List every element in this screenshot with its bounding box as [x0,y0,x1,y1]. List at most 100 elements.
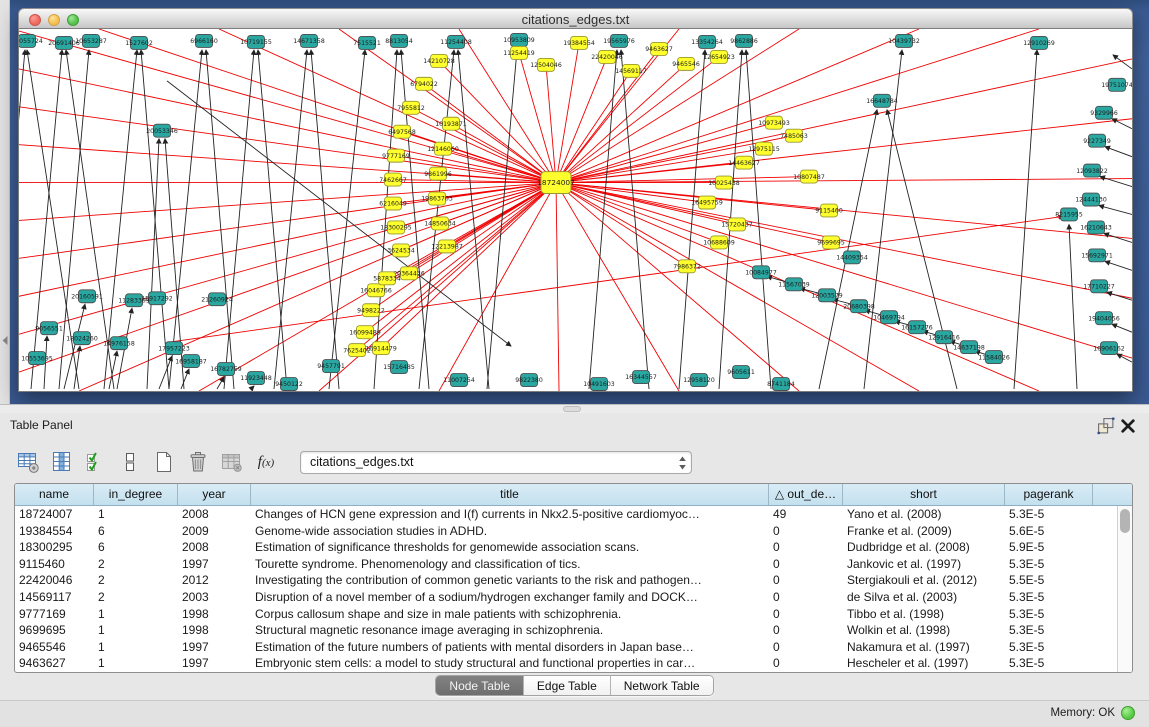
table-row[interactable]: 2242004622012Investigating the contribut… [15,572,1117,589]
svg-text:14976158: 14976158 [103,340,135,347]
svg-text:19384554: 19384554 [563,40,595,47]
svg-text:1527602: 1527602 [125,40,153,47]
svg-text:10973493: 10973493 [758,120,790,127]
show-column-icon[interactable] [48,448,76,476]
table-cell: Tourette syndrome. Phenomenology and cla… [251,556,769,573]
svg-text:12146060: 12146060 [427,146,459,153]
table-cell: 0 [769,639,843,656]
panel-splitter[interactable] [0,404,1149,413]
splitter-handle[interactable] [563,406,581,412]
table-cell: 5.3E-5 [1005,622,1093,639]
network-graph-canvas[interactable]: 1405572420691406106532871527602696616010… [18,29,1133,392]
column-header-1[interactable]: in_degree [94,484,178,505]
memory-indicator[interactable]: Memory: OK [1050,706,1135,720]
svg-text:9822380: 9822380 [515,377,543,384]
row-mode-icon[interactable] [116,448,144,476]
svg-text:9450122: 9450122 [275,381,303,388]
table-cell: 1 [94,506,178,523]
svg-text:10491603: 10491603 [583,381,615,388]
table-row[interactable]: 911546021997Tourette syndrome. Phenomeno… [15,556,1117,573]
svg-text:10807487: 10807487 [793,174,825,181]
table-row[interactable]: 946554611997Estimation of the future num… [15,639,1117,656]
table-cell: 9115460 [15,556,94,573]
svg-text:22420046: 22420046 [591,54,623,61]
table-cell: 22420046 [15,572,94,589]
window-titlebar[interactable]: citations_edges.txt [18,8,1133,29]
table-row[interactable]: 969969511998Structural magnetic resonanc… [15,622,1117,639]
table-cell: 2003 [178,589,251,606]
citation-network-graph: 1405572420691406106532871527602696616010… [19,29,1132,391]
table-cell: 1997 [178,655,251,672]
tab-edge-table[interactable]: Edge Table [524,676,611,695]
svg-text:14637198: 14637198 [953,344,985,351]
table-cell: 5.6E-5 [1005,523,1093,540]
column-header-6[interactable]: pagerank [1005,484,1093,505]
table-row[interactable]: 946362711997Embryonic stem cells: a mode… [15,655,1117,672]
column-header-3[interactable]: title [251,484,769,505]
table-cell: 1997 [178,556,251,573]
table-cell: 1 [94,606,178,623]
svg-text:12975115: 12975115 [748,146,780,153]
table-cell: 1997 [178,639,251,656]
float-panel-icon[interactable] [1097,417,1115,435]
table-cell: de Silva et al. (2003) [843,589,1005,606]
status-bar: Memory: OK [0,700,1149,727]
table-cell: Estimation of the future numbers of pati… [251,639,769,656]
svg-text:20680398: 20680398 [843,303,875,310]
column-header-4[interactable]: △ out_de… [769,484,843,505]
tab-node-table[interactable]: Node Table [436,676,524,695]
import-table-icon[interactable] [218,448,246,476]
delete-column-icon[interactable] [184,448,212,476]
svg-text:10469794: 10469794 [873,314,905,321]
table-cell: Estimation of significance thresholds fo… [251,539,769,556]
svg-text:7955812: 7955812 [397,105,425,112]
table-row[interactable]: 1456911722003Disruption of a novel membe… [15,589,1117,606]
svg-text:9227349: 9227349 [1083,138,1111,145]
svg-text:11254419: 11254419 [503,50,535,57]
vertical-scrollbar[interactable] [1117,506,1132,672]
table-cell: 2 [94,589,178,606]
table-row[interactable]: 1830029562008Estimation of significance … [15,539,1117,556]
function-builder-icon[interactable]: f(x) [252,448,280,476]
svg-text:21260924: 21260924 [201,296,233,303]
table-cell: 0 [769,572,843,589]
collapse-panel-arrow-icon[interactable] [2,336,8,345]
column-header-0[interactable]: name [15,484,94,505]
combo-value: citations_edges.txt [310,455,414,469]
table-cell: 1 [94,655,178,672]
table-options-icon[interactable] [14,448,42,476]
table-select-combo[interactable]: citations_edges.txt [300,451,692,474]
scrollbar-thumb[interactable] [1120,509,1130,533]
svg-text:6216049: 6216049 [379,201,407,208]
table-cell: 18724007 [15,506,94,523]
tab-network-table[interactable]: Network Table [611,676,713,695]
svg-text:9699695: 9699695 [817,240,845,247]
table-tabs: Node TableEdge TableNetwork Table [435,675,713,696]
close-panel-icon[interactable] [1119,417,1137,435]
column-header-2[interactable]: year [178,484,251,505]
table-toolbar: f(x) citations_edges.txt [14,445,692,479]
table-cell: Tibbo et al. (1998) [843,606,1005,623]
table-row[interactable]: 1938455462009Genome-wide association stu… [15,523,1117,540]
new-column-icon[interactable] [150,448,178,476]
svg-text:8813054: 8813054 [385,38,413,45]
svg-text:9498222: 9498222 [357,307,385,314]
table-cell: 2008 [178,506,251,523]
column-header-5[interactable]: short [843,484,1005,505]
svg-text:9605611: 9605611 [727,369,755,376]
table-cell: 5.3E-5 [1005,606,1093,623]
table-cell: 0 [769,589,843,606]
table-row[interactable]: 1872400712008Changes of HCN gene express… [15,506,1117,523]
table-cell: Corpus callosum shape and size in male p… [251,606,769,623]
svg-text:5878334: 5878334 [373,276,401,283]
table-tabs-row: Node TableEdge TableNetwork Table [0,675,1149,696]
svg-text:10193871: 10193871 [435,121,467,128]
svg-text:16210643: 16210643 [1080,225,1112,232]
svg-text:12654923: 12654923 [703,54,735,61]
table-row[interactable]: 977716911998Corpus callosum shape and si… [15,606,1117,623]
svg-text:15716485: 15716485 [383,364,415,371]
table-cell: 5.3E-5 [1005,506,1093,523]
select-columns-icon[interactable] [82,448,110,476]
svg-text:14210728: 14210728 [423,58,455,65]
svg-text:6497568: 6497568 [388,129,416,136]
